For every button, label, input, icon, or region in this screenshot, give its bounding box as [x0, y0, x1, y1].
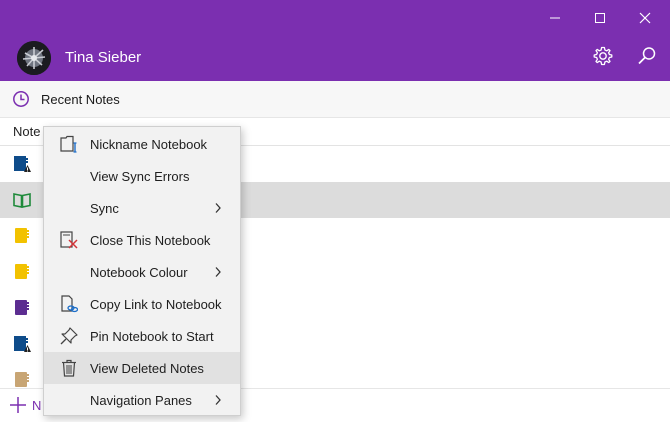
- maximize-icon: [595, 13, 605, 23]
- menu-item-close-notebook[interactable]: Close This Notebook: [44, 224, 240, 256]
- search-icon[interactable]: [636, 45, 658, 67]
- plus-icon: [10, 397, 26, 413]
- avatar[interactable]: [17, 41, 51, 75]
- trash-icon: [62, 359, 76, 377]
- add-notebook-label: N: [32, 398, 42, 413]
- rename-icon: [60, 135, 77, 153]
- close-icon: [639, 12, 651, 24]
- minimize-icon: [550, 17, 560, 19]
- menu-item-label: Copy Link to Notebook: [90, 297, 222, 312]
- notebook-icon: [15, 264, 29, 279]
- close-button[interactable]: [622, 4, 668, 32]
- menu-item-label: Close This Notebook: [90, 233, 211, 248]
- notebook-icon: [15, 372, 29, 387]
- notebook-context-menu: Nickname Notebook View Sync Errors Sync …: [43, 126, 241, 416]
- settings-gear-icon[interactable]: [592, 45, 614, 67]
- title-bar: Tina Sieber: [0, 0, 670, 81]
- close-notebook-icon: [60, 231, 78, 249]
- menu-item-navigation-panes[interactable]: Navigation Panes: [44, 384, 240, 416]
- chevron-right-icon: [215, 203, 221, 213]
- notebook-icon: [15, 300, 29, 315]
- pin-icon: [60, 327, 78, 345]
- menu-item-label: Notebook Colour: [90, 265, 188, 280]
- menu-item-sync[interactable]: Sync: [44, 192, 240, 224]
- minimize-button[interactable]: [532, 4, 578, 32]
- menu-item-pin-to-start[interactable]: Pin Notebook to Start: [44, 320, 240, 352]
- notebook-sync-error-icon: [14, 336, 31, 352]
- recent-notes-label: Recent Notes: [41, 92, 120, 107]
- menu-item-notebook-colour[interactable]: Notebook Colour: [44, 256, 240, 288]
- menu-item-label: Navigation Panes: [90, 393, 192, 408]
- menu-item-label: View Deleted Notes: [90, 361, 204, 376]
- notebook-icon: [15, 228, 29, 243]
- menu-item-label: Sync: [90, 201, 119, 216]
- copy-link-icon: [61, 295, 78, 313]
- chevron-right-icon: [215, 267, 221, 277]
- menu-item-nickname-notebook[interactable]: Nickname Notebook: [44, 128, 240, 160]
- open-book-icon: [13, 193, 31, 208]
- notebooks-header-label: Note: [13, 124, 41, 139]
- menu-item-label: Pin Notebook to Start: [90, 329, 214, 344]
- menu-item-view-sync-errors[interactable]: View Sync Errors: [44, 160, 240, 192]
- recent-notes-button[interactable]: Recent Notes: [0, 81, 670, 118]
- user-name[interactable]: Tina Sieber: [65, 49, 141, 66]
- maximize-button[interactable]: [577, 4, 623, 32]
- chevron-right-icon: [215, 395, 221, 405]
- notebook-sync-error-icon: [14, 156, 31, 172]
- menu-item-label: View Sync Errors: [90, 169, 190, 184]
- menu-item-copy-link[interactable]: Copy Link to Notebook: [44, 288, 240, 320]
- clock-icon: [13, 91, 29, 107]
- menu-item-label: Nickname Notebook: [90, 137, 208, 152]
- menu-item-view-deleted-notes[interactable]: View Deleted Notes: [44, 352, 240, 384]
